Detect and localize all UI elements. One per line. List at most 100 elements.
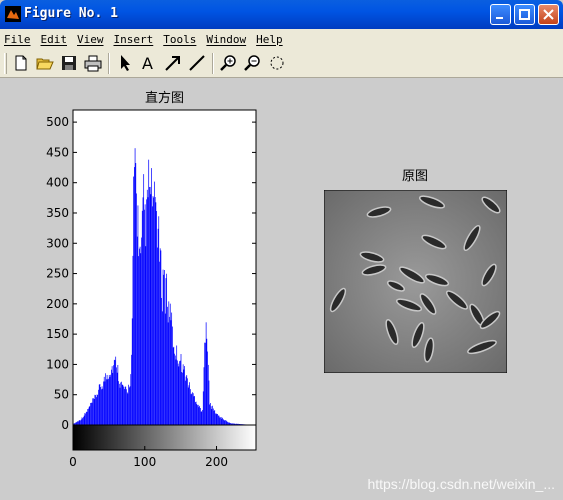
histogram-bar	[144, 209, 145, 425]
save-icon[interactable]	[60, 54, 78, 72]
zoom-out-icon[interactable]	[244, 54, 262, 72]
histogram-bar	[105, 373, 107, 425]
arrow-line-icon[interactable]	[164, 54, 182, 72]
histogram-bar	[209, 404, 211, 425]
rotate-icon[interactable]	[268, 54, 286, 72]
histogram-bar	[131, 354, 132, 425]
text-icon[interactable]: A	[140, 54, 158, 72]
histogram-bar	[88, 406, 90, 425]
histogram-bar	[193, 396, 195, 425]
y-tick-label: 450	[46, 145, 69, 159]
menu-view[interactable]: View	[77, 33, 104, 46]
histogram-bar	[220, 417, 222, 425]
histogram-bar	[127, 393, 129, 425]
histogram-bar	[214, 410, 216, 425]
histogram-bar	[87, 409, 89, 425]
histogram-bar	[78, 421, 79, 425]
menu-file[interactable]: File	[4, 33, 31, 46]
open-icon[interactable]	[36, 54, 54, 72]
toolbar-grip[interactable]	[4, 53, 7, 74]
histogram-bar	[189, 389, 191, 425]
histogram-bar	[114, 360, 116, 425]
histogram-bar	[130, 374, 132, 425]
histogram-bar	[192, 392, 193, 425]
maximize-icon	[519, 9, 530, 20]
y-tick-label: 100	[46, 357, 69, 371]
histogram-bar	[95, 397, 97, 425]
arrow-icon[interactable]	[116, 54, 134, 72]
histogram-bar	[158, 216, 160, 425]
histogram-bar	[77, 421, 79, 425]
histogram-bar	[113, 365, 114, 425]
histogram-bar	[136, 193, 137, 425]
histogram-bar	[200, 411, 202, 425]
histogram-bar	[146, 189, 148, 425]
histogram-bar	[100, 389, 102, 425]
histogram-bar	[155, 202, 157, 425]
histogram-bar	[141, 237, 142, 425]
histogram-bar	[165, 278, 167, 425]
histogram-bar	[139, 248, 140, 425]
histogram-bar	[179, 361, 180, 425]
histogram-bar	[218, 415, 220, 425]
original-image[interactable]	[324, 190, 507, 373]
histogram-bar	[108, 378, 109, 425]
histogram-bar	[187, 387, 189, 425]
figure-canvas: 直方图 0 50 100 150 200 250 300 350 400 450 500 0 100 20…	[0, 79, 563, 500]
window-title: Figure No. 1	[24, 6, 118, 21]
menu-bar: File Edit View Insert Tools Window Help	[0, 29, 563, 49]
histogram-bar	[166, 273, 168, 425]
histogram-bar	[79, 420, 81, 425]
histogram-bar	[92, 398, 94, 425]
menu-window[interactable]: Window	[206, 33, 246, 46]
original-image-title: 原图	[401, 169, 428, 184]
histogram-bar	[93, 398, 94, 425]
histogram-bar	[134, 167, 135, 425]
histogram-bar	[96, 394, 98, 425]
close-button[interactable]	[538, 4, 559, 25]
histogram-bar	[84, 413, 86, 425]
menu-tools[interactable]: Tools	[163, 33, 196, 46]
histogram-bar	[149, 186, 151, 425]
print-icon[interactable]	[84, 54, 102, 72]
histogram-bar	[225, 420, 227, 425]
histogram-bar	[205, 342, 206, 425]
histogram-bar	[207, 351, 208, 425]
histogram-bar	[107, 379, 109, 425]
minimize-button[interactable]	[490, 4, 511, 25]
menu-edit[interactable]: Edit	[41, 33, 68, 46]
histogram-bar	[176, 345, 178, 425]
histogram-bar	[221, 418, 223, 425]
maximize-button[interactable]	[514, 4, 535, 25]
new-icon[interactable]	[12, 54, 30, 72]
zoom-in-icon[interactable]	[220, 54, 238, 72]
line-icon[interactable]	[188, 54, 206, 72]
histogram-bar	[213, 410, 215, 425]
histogram-bar	[195, 402, 196, 425]
histogram-bar	[116, 367, 117, 425]
histogram-bar	[187, 378, 188, 425]
histogram-bar	[190, 394, 192, 425]
histogram-bar	[215, 413, 216, 425]
histogram-bar	[216, 414, 218, 425]
histogram-bar	[195, 401, 197, 425]
menu-insert[interactable]: Insert	[114, 33, 154, 46]
title-bar[interactable]: Figure No. 1	[0, 0, 563, 29]
histogram-bar	[203, 367, 205, 425]
histogram-bar	[200, 408, 201, 425]
histogram-bar	[102, 388, 104, 425]
close-icon	[543, 9, 554, 20]
histogram-bar	[90, 402, 92, 425]
histogram-bar	[88, 408, 89, 425]
menu-help[interactable]: Help	[256, 33, 283, 46]
histogram-bar	[169, 316, 170, 425]
histogram-bar	[198, 407, 200, 425]
histogram-bar	[168, 301, 170, 425]
histogram-bar	[199, 405, 201, 425]
histogram-bar	[161, 297, 162, 425]
histogram-bar	[78, 420, 80, 425]
histogram-bar	[149, 186, 150, 425]
histogram-bar	[194, 396, 195, 425]
histogram-bar	[226, 421, 228, 425]
histogram-bar	[136, 236, 138, 425]
